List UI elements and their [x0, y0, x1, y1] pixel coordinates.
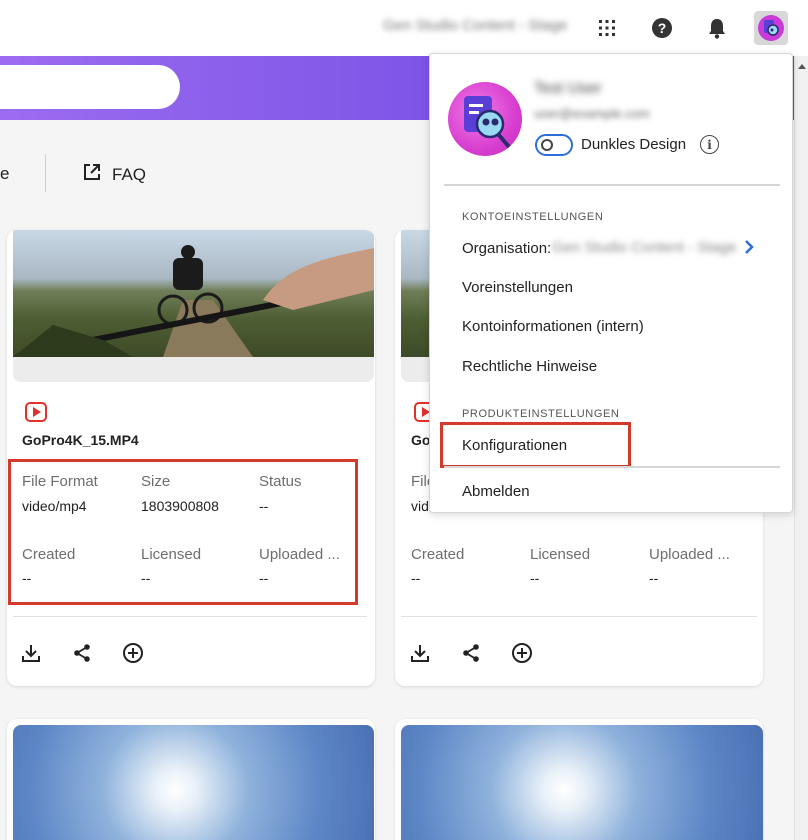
user-name: Test User — [534, 80, 602, 97]
top-bar: Gen Studio Content - Stage ? — [0, 0, 808, 56]
faq-link[interactable]: FAQ — [82, 162, 146, 187]
card-divider — [401, 616, 757, 617]
download-icon[interactable] — [408, 641, 432, 665]
help-icon[interactable]: ? — [648, 14, 676, 42]
share-icon[interactable] — [70, 641, 94, 665]
asset-card[interactable]: GoPro4K_15.MP4 File Format video/mp4 Siz… — [7, 230, 375, 686]
configurations-highlight-box — [440, 422, 631, 468]
asset-file-name: GoPro4K_15.MP4 — [22, 432, 139, 448]
video-thumbnail[interactable] — [13, 725, 374, 840]
meta-label: Uploaded ... — [649, 546, 730, 563]
download-icon[interactable] — [19, 641, 43, 665]
avatar — [758, 15, 784, 41]
external-link-icon — [82, 162, 102, 187]
menu-item-legal-notices[interactable]: Rechtliche Hinweise — [462, 358, 597, 375]
video-thumbnail[interactable] — [13, 230, 374, 382]
account-menu: Test User user@example.com Dunkles Desig… — [429, 53, 793, 513]
asset-card[interactable] — [7, 719, 375, 840]
organisation-label[interactable]: Organisation: — [462, 240, 551, 257]
avatar — [448, 82, 522, 156]
menu-item-preferences[interactable]: Voreinstellungen — [462, 279, 573, 296]
meta-label: Licensed — [530, 546, 591, 563]
add-icon[interactable] — [121, 641, 145, 665]
share-icon[interactable] — [459, 641, 483, 665]
menu-divider — [444, 184, 780, 186]
page-scrollbar[interactable] — [794, 56, 808, 840]
meta-value: vid — [411, 498, 429, 514]
video-thumbnail[interactable] — [401, 725, 763, 840]
bell-icon[interactable] — [703, 14, 731, 42]
apps-grid-icon[interactable] — [593, 14, 621, 42]
asset-file-name: Go — [411, 432, 431, 448]
meta-value: -- — [530, 570, 540, 586]
scroll-up-arrow-icon[interactable] — [798, 64, 806, 69]
product-settings-heading: PRODUKTEINSTELLUNGEN — [462, 408, 620, 420]
metadata-highlight-box — [8, 459, 358, 605]
toolbar-divider — [45, 154, 46, 192]
card-divider — [13, 616, 367, 617]
user-email: user@example.com — [534, 106, 650, 121]
menu-divider — [444, 466, 780, 468]
asset-card[interactable] — [395, 719, 763, 840]
video-type-icon — [25, 402, 47, 422]
add-icon[interactable] — [510, 641, 534, 665]
top-org-name: Gen Studio Content - Stage — [383, 17, 568, 34]
banner-search-input[interactable] — [0, 65, 180, 109]
account-settings-heading: KONTOEINSTELLUNGEN — [462, 211, 604, 223]
meta-label: Created — [411, 546, 465, 563]
dark-mode-toggle[interactable] — [535, 134, 573, 156]
meta-value: -- — [649, 570, 659, 586]
info-icon[interactable]: i — [700, 135, 719, 154]
svg-text:?: ? — [658, 20, 667, 36]
meta-value: -- — [411, 570, 421, 586]
menu-item-logout[interactable]: Abmelden — [462, 483, 530, 500]
menu-item-account-info[interactable]: Kontoinformationen (intern) — [462, 318, 644, 335]
organisation-value[interactable]: Gen Studio Content - Stage — [552, 239, 736, 256]
dark-mode-label: Dunkles Design — [581, 136, 687, 153]
toolbar-partial-label[interactable]: e — [0, 164, 9, 184]
profile-avatar-button[interactable] — [754, 11, 788, 45]
chevron-right-icon[interactable] — [744, 240, 754, 254]
faq-label: FAQ — [112, 164, 147, 184]
